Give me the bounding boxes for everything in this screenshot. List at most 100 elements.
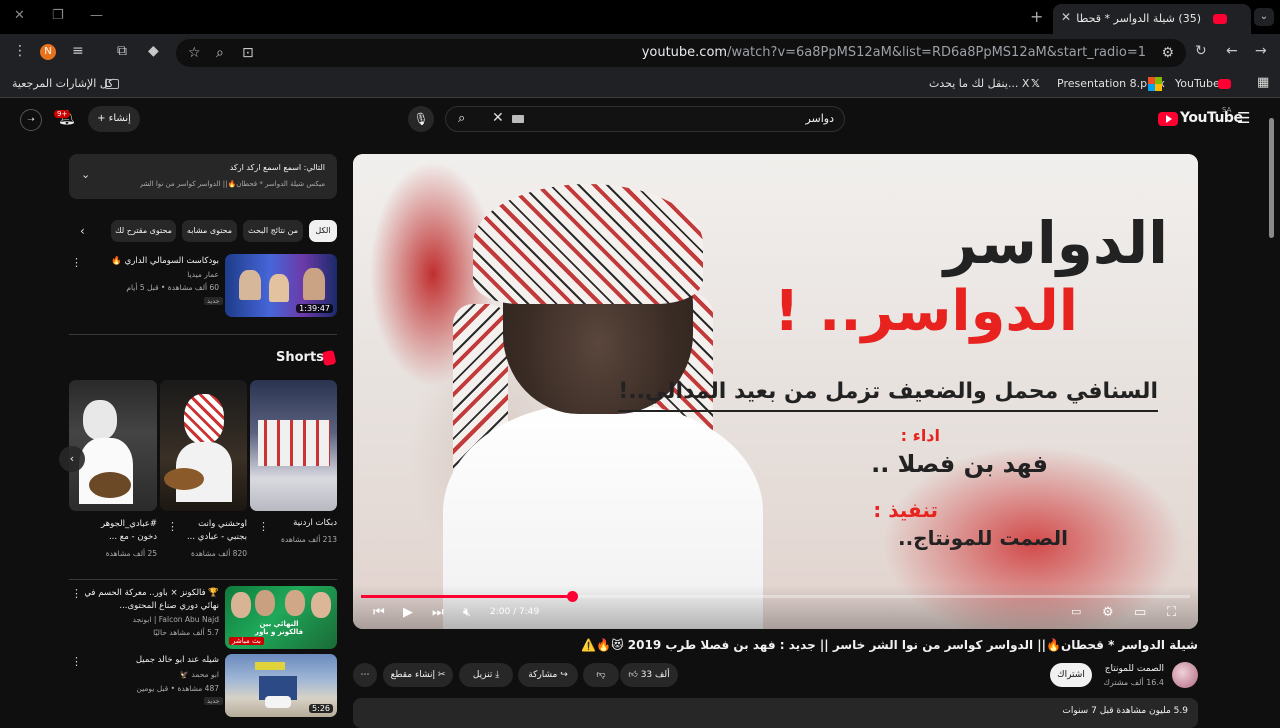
browser-tab[interactable]: ✕ (35) شيلة الدواسر * قحطان🔥|| الـ	[1053, 4, 1251, 34]
short-views: 820 ألف مشاهدة	[190, 549, 247, 558]
more-options-icon[interactable]: ⋮	[258, 520, 269, 533]
video-meta: 60 ألف مشاهدة • قبل 5 أيام	[126, 283, 219, 292]
install-app-icon[interactable]: ⊡	[242, 45, 254, 61]
up-next-card[interactable]: ⌄ التالي: اسمع اسمع اركد اركد ميكس شيلة …	[69, 154, 337, 199]
video-thumbnail[interactable]: 5:26	[225, 654, 337, 717]
settings-gear-icon[interactable]: ⚙	[1102, 605, 1114, 620]
progress-bar[interactable]	[361, 591, 1190, 602]
fullscreen-icon[interactable]: ⛶	[1167, 605, 1176, 620]
live-video-thumbnail[interactable]: النهائي بين فالكونز و باور بث مباشر	[225, 586, 337, 649]
more-options-icon[interactable]: ⋮	[71, 587, 82, 600]
video-thumbnail[interactable]: 1:39:47	[225, 254, 337, 317]
all-bookmarks-link[interactable]: كل الإشارات المرجعية	[12, 77, 113, 90]
tab-search-icon[interactable]: ⌄	[1254, 8, 1274, 26]
tab-close-icon[interactable]: ✕	[1061, 10, 1071, 24]
video-title[interactable]: 🏆 فالكونز × باور.. معركة الحسم في نهائي …	[84, 587, 219, 613]
video-title[interactable]: شيله عند ابو خالد جميل	[84, 655, 219, 665]
more-options-icon[interactable]: ⋮	[71, 256, 82, 269]
back-icon[interactable]: →	[1255, 43, 1267, 59]
thumbs-up-icon: 👍︎	[628, 670, 641, 680]
subtitles-icon[interactable]: ▭	[1071, 605, 1081, 618]
bookmark-star-icon[interactable]: ☆	[188, 45, 201, 61]
video-channel[interactable]: عمار ميديا	[187, 270, 219, 279]
short-title[interactable]: اوحشني وانت بجنبي - عبادي ...	[179, 518, 247, 544]
short-thumbnail[interactable]	[250, 380, 337, 511]
more-options-icon[interactable]: ⋮	[71, 655, 82, 668]
video-channel[interactable]: ابو محمد 🦅	[180, 670, 219, 679]
folder-icon	[105, 79, 119, 89]
account-avatar[interactable]: ➝	[20, 109, 42, 131]
extension-diamond-icon[interactable]: ◆	[148, 43, 159, 59]
thumbnail-person	[239, 270, 261, 300]
keyboard-icon[interactable]	[512, 115, 524, 123]
site-settings-icon[interactable]: ⚙	[1161, 45, 1174, 61]
scissors-icon: ✂	[435, 670, 446, 680]
channel-name[interactable]: الصمت للمونتاج	[1105, 664, 1164, 674]
close-window-icon[interactable]: ✕	[14, 8, 25, 23]
short-thumbnail[interactable]	[160, 380, 247, 511]
video-duration: 1:39:47	[296, 304, 333, 313]
voice-search-icon[interactable]: 🎙︎	[408, 106, 434, 132]
menu-kebab-icon[interactable]: ⋮	[13, 43, 27, 59]
more-actions-button[interactable]: ⋯	[353, 663, 377, 687]
new-badge: جديد	[204, 297, 223, 305]
page-scrollbar[interactable]	[1269, 118, 1274, 238]
chips-scroll-left-icon[interactable]: ‹	[80, 224, 85, 238]
play-icon[interactable]: ▶︎	[403, 605, 413, 620]
theater-mode-icon[interactable]: ▭	[1134, 605, 1146, 620]
search-box[interactable]: ⌕ ✕ دواسر	[445, 106, 845, 132]
description-box[interactable]: 5.9 مليون مشاهدة قبل 7 سنوات	[353, 698, 1198, 728]
video-channel[interactable]: Falcon Abu Najd | ابونجد	[133, 615, 219, 624]
more-options-icon[interactable]: ⋮	[167, 520, 178, 533]
bookmark-x[interactable]: ينقل لك ما يحدث... X	[929, 77, 1029, 90]
next-icon[interactable]: ⏭︎	[432, 605, 444, 620]
short-title[interactable]: دبكات اردنية	[267, 518, 337, 528]
subscribe-button[interactable]: اشتراك	[1050, 663, 1092, 687]
profile-avatar[interactable]: N	[40, 44, 56, 60]
chevron-down-icon[interactable]: ⌄	[81, 168, 90, 181]
youtube-bookmark-icon	[1218, 79, 1231, 89]
previous-icon[interactable]: ⏮︎	[373, 605, 385, 620]
reload-icon[interactable]: ↻	[1195, 43, 1207, 59]
shorts-previous-icon[interactable]: ‹	[59, 446, 85, 472]
download-button[interactable]: تنزيل ⤓	[459, 663, 513, 687]
tab-title: (35) شيلة الدواسر * قحطان🔥|| الـ	[1076, 12, 1201, 25]
chip-all[interactable]: الكل	[309, 220, 337, 242]
mute-icon[interactable]: 🔇︎	[463, 605, 471, 620]
search-icon[interactable]: ⌕	[458, 111, 465, 126]
short-thumbnail[interactable]	[69, 380, 157, 511]
channel-avatar[interactable]	[1172, 662, 1198, 688]
thumbnail-person	[83, 400, 117, 440]
new-tab-button[interactable]: +	[1030, 7, 1043, 26]
like-button[interactable]: 👍︎ 33 ألف	[620, 663, 678, 687]
share-button[interactable]: مشاركة ↪	[518, 663, 578, 687]
chip-recommended[interactable]: محتوى مقترح لك	[111, 220, 176, 242]
progress-played	[361, 595, 573, 598]
dislike-button[interactable]: 👎︎	[583, 663, 619, 687]
extensions-icon[interactable]: ⧉	[117, 43, 127, 59]
up-next-subtitle: ميكس شيلة الدواسر * قحطان🔥|| الدواسر كوا…	[140, 180, 325, 188]
video-title[interactable]: بودكاست السومالي الداري 🔥	[84, 256, 219, 266]
apps-grid-icon[interactable]: ▦	[1257, 75, 1269, 90]
lens-search-icon[interactable]: ⌕	[216, 45, 224, 61]
video-player[interactable]: الدواسر الدواسر.. ! السنافي محمل والضعيف…	[353, 154, 1198, 629]
short-title[interactable]: #عبادي_الجوهر دخون - مع ...	[85, 518, 157, 544]
minimize-window-icon[interactable]: —	[90, 8, 103, 23]
chip-related[interactable]: محتوى مشابه	[182, 220, 237, 242]
youtube-play-logo-icon	[1158, 112, 1178, 126]
chip-search-results[interactable]: من نتائج البحث	[243, 220, 303, 242]
clip-button[interactable]: إنشاء مقطع ✂	[383, 663, 453, 687]
forward-icon[interactable]: ←	[1226, 43, 1238, 59]
reading-list-icon[interactable]: ≡	[72, 43, 84, 59]
clear-search-icon[interactable]: ✕	[492, 110, 504, 126]
guide-menu-icon[interactable]: ☰	[1237, 109, 1250, 127]
bookmarks-bar: كل الإشارات المرجعية ينقل لك ما يحدث... …	[0, 70, 1280, 98]
overlay-producer: الصمت للمونتاج..	[897, 526, 1068, 550]
address-bar[interactable]: ☆ ⌕ ⊡ youtube.com/watch?v=6a8PpMS12aM&li…	[176, 39, 1186, 67]
thumbnail-person	[231, 592, 251, 618]
video-meta: 487 مشاهدة • قبل يومين	[136, 684, 219, 693]
search-input[interactable]: دواسر	[805, 112, 834, 125]
restore-window-icon[interactable]: ❐	[52, 8, 64, 23]
create-button[interactable]: + إنشاء	[88, 106, 140, 132]
bookmark-youtube[interactable]: YouTube	[1175, 77, 1220, 90]
